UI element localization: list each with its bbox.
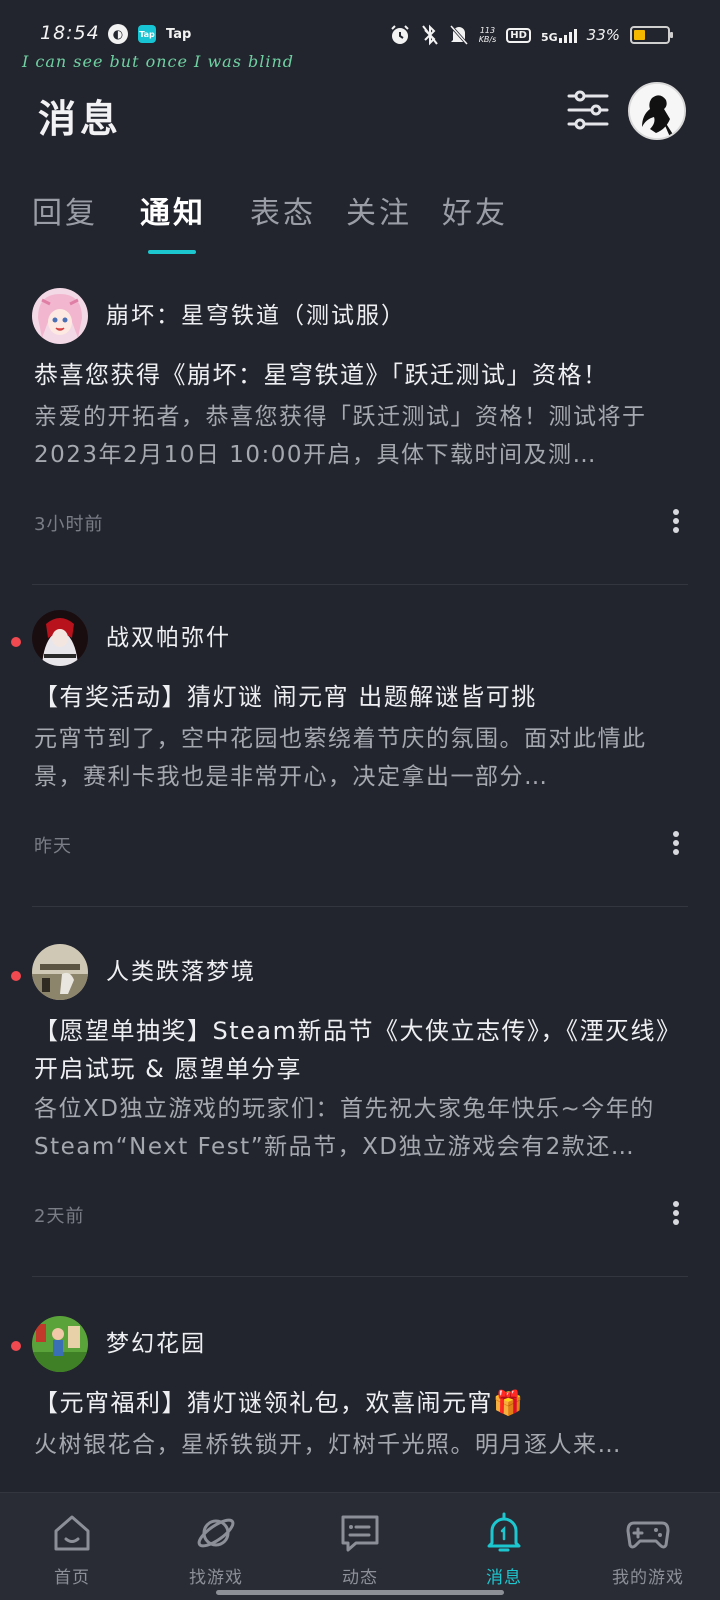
cellular-signal: 5G (541, 27, 577, 43)
nav-messages[interactable]: 消息 (432, 1493, 576, 1600)
nav-label: 消息 (486, 1568, 522, 1588)
sender-avatar[interactable] (32, 610, 88, 666)
tab-friends[interactable]: 好友 (442, 188, 508, 232)
sender-name: 人类跌落梦境 (106, 959, 256, 985)
taptap-app-icon: Tap (138, 25, 156, 43)
sender-avatar[interactable] (32, 1316, 88, 1372)
notification-time: 2天前 (34, 1206, 85, 1227)
unread-dot (11, 637, 21, 647)
unread-dot (11, 971, 21, 981)
nav-label: 首页 (54, 1568, 90, 1588)
hd-badge: HD (506, 27, 531, 43)
dark-character-avatar-icon (32, 610, 88, 666)
unread-dot (11, 1341, 21, 1351)
tab-replies[interactable]: 回复 (32, 188, 98, 232)
status-bar: 18:54 ◐ Tap Tap 113 KB/s HD 5G 33% I can… (0, 0, 720, 72)
chat-icon (341, 1515, 379, 1552)
notification-card[interactable]: 战双帕弥什 【有奖活动】猜灯谜 闹元宵 出题解谜皆可挑 元宵节到了，空中花园也萦… (0, 610, 720, 915)
mute-bell-icon (449, 25, 468, 45)
divider (32, 1276, 688, 1277)
notification-body: 亲爱的开拓者，恭喜您获得「跃迁测试」资格！测试将于2023年2月10日 10:0… (34, 404, 647, 468)
tab-notifications[interactable]: 通知 (140, 188, 206, 232)
sliders-icon (567, 90, 609, 130)
sender-name: 崩坏：星穹铁道（测试服） (106, 303, 406, 329)
battery-fill (634, 30, 645, 40)
nav-find-games[interactable]: 找游戏 (144, 1493, 288, 1600)
notification-card[interactable]: 人类跌落梦境 【愿望单抽奖】Steam新品节《大侠立志传》，《湮灭线》开启试玩 … (0, 934, 720, 1294)
more-options-button[interactable] (664, 1198, 688, 1228)
status-system-icons: 113 KB/s HD 5G 33% (389, 24, 673, 46)
app-notification-icon: ◐ (108, 24, 128, 44)
status-notification-icons: ◐ Tap Tap (108, 24, 191, 44)
garden-avatar-icon (32, 1316, 88, 1372)
notification-card[interactable]: 崩坏：星穹铁道（测试服） 恭喜您获得《崩坏：星穹铁道》「跃迁测试」资格！ 亲爱的… (0, 280, 720, 585)
bluetooth-mute-icon (421, 24, 438, 46)
divider (32, 584, 688, 585)
dream-scene-avatar-icon (32, 944, 88, 1000)
divider (32, 906, 688, 907)
notification-title: 【有奖活动】猜灯谜 闹元宵 出题解谜皆可挑 (34, 683, 537, 711)
notification-body: 元宵节到了，空中花园也萦绕着节庆的氛围。面对此情此景，赛利卡我也是非常开心，决定… (34, 726, 647, 790)
sender-name: 战双帕弥什 (106, 625, 231, 651)
battery-percent: 33% (586, 26, 620, 44)
active-tab-indicator (148, 250, 196, 254)
user-avatar[interactable] (628, 82, 686, 140)
notification-time: 昨天 (34, 836, 72, 857)
nav-home[interactable]: 首页 (0, 1493, 144, 1600)
notification-time: 3小时前 (34, 514, 104, 535)
nav-feed[interactable]: 动态 (288, 1493, 432, 1600)
bell-icon (487, 1512, 521, 1552)
sender-name: 梦幻花园 (106, 1331, 206, 1357)
tap-label: Tap (166, 26, 192, 42)
notification-title: 【愿望单抽奖】Steam新品节《大侠立志传》，《湮灭线》开启试玩 & 愿望单分享 (34, 1017, 682, 1083)
message-tabs: 回复 通知 表态 关注 好友 (0, 188, 720, 258)
tab-reactions[interactable]: 表态 (250, 188, 316, 232)
status-time: 18:54 (40, 22, 100, 44)
notification-title: 【元宵福利】猜灯谜领礼包，欢喜闹元宵🎁 (34, 1389, 525, 1417)
sender-avatar[interactable] (32, 944, 88, 1000)
nav-label: 找游戏 (189, 1568, 243, 1588)
home-indicator[interactable] (216, 1590, 504, 1595)
tab-follows[interactable]: 关注 (346, 188, 412, 232)
bottom-navigation: 首页 找游戏 动态 消息 我的游戏 (0, 1492, 720, 1600)
filter-settings-button[interactable] (566, 88, 610, 132)
alarm-icon (390, 25, 409, 44)
status-tagline: I can see but once I was blind (22, 52, 295, 71)
nav-my-games[interactable]: 我的游戏 (576, 1493, 720, 1600)
notification-card[interactable]: 梦幻花园 【元宵福利】猜灯谜领礼包，欢喜闹元宵🎁 火树银花合，星桥铁锁开，灯树千… (0, 1304, 720, 1504)
signal-bars-icon (558, 27, 577, 43)
more-options-button[interactable] (664, 828, 688, 858)
net-speed: 113 KB/s (478, 26, 497, 44)
nav-label: 我的游戏 (612, 1568, 684, 1588)
gamepad-icon (626, 1521, 670, 1549)
avatar-silhouette-icon (630, 84, 684, 138)
notification-title: 恭喜您获得《崩坏：星穹铁道》「跃迁测试」资格！ (34, 361, 609, 389)
notification-body: 各位XD独立游戏的玩家们：首先祝大家兔年快乐~今年的Steam“Next Fes… (34, 1096, 655, 1160)
anime-girl-avatar-icon (32, 288, 88, 344)
nav-label: 动态 (342, 1568, 378, 1588)
battery-icon (630, 26, 673, 44)
page-title: 消息 (38, 97, 123, 141)
sender-avatar[interactable] (32, 288, 88, 344)
more-options-button[interactable] (664, 506, 688, 536)
home-icon (54, 1515, 90, 1551)
notification-body: 火树银花合，星桥铁锁开，灯树千光照。明月逐人来… (34, 1432, 622, 1458)
planet-icon (197, 1518, 235, 1548)
